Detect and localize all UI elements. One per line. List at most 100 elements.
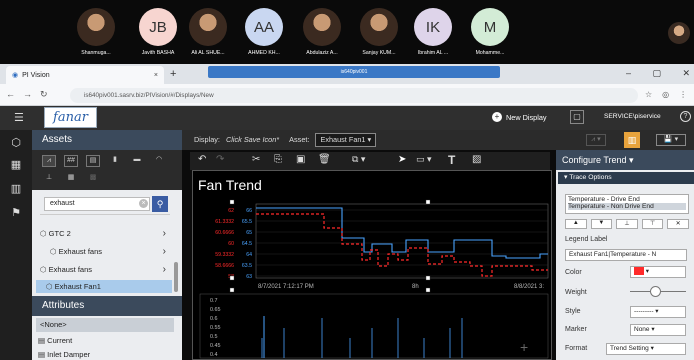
copy-icon[interactable]: ⎘ (274, 154, 282, 165)
configure-title[interactable]: Configure Trend ▾ (556, 150, 694, 170)
non-drive-end-trace[interactable] (256, 213, 548, 277)
value-symbol-icon[interactable]: ## (64, 155, 78, 167)
trend-chart[interactable]: Fan Trend 62 61.3332 60.6666 60 59.3332 58.66… (192, 170, 552, 360)
tree-item[interactable]: ⬡ GTC 2 › (40, 226, 170, 242)
move-top-icon[interactable]: ⊤ (641, 219, 664, 229)
participant-tile[interactable]: Shanmuga... (66, 8, 126, 56)
select-pointer-icon[interactable]: ➤ (398, 154, 406, 165)
bookmark-star-icon[interactable]: ☆ (645, 90, 652, 99)
url-field[interactable]: is640piv001.sasrv.biz/PIVision/#/Display… (70, 88, 638, 103)
tree-item-label: Exhaust Fan1 (54, 282, 101, 291)
reload-icon[interactable]: ↻ (40, 89, 48, 100)
color-picker[interactable]: ▾ (630, 266, 686, 278)
tree-item-selected[interactable]: ⬡ Exhaust Fan1 (46, 279, 176, 295)
selection-handle (425, 287, 431, 293)
user-name[interactable]: SERVICE\piservice (604, 113, 661, 120)
new-display-button[interactable]: + New Display (492, 112, 547, 122)
forward-icon[interactable]: → (23, 89, 32, 100)
cut-icon[interactable]: ✂ (252, 154, 260, 165)
library-icon[interactable]: ▥ (9, 182, 23, 196)
format-panel-icon[interactable]: ▥ (624, 132, 640, 148)
table-symbol-icon[interactable]: ▤ (86, 155, 100, 167)
trend-editor-icon[interactable]: ⩘ ▾ (586, 134, 606, 146)
bar-chart-symbol-icon[interactable]: ⊥ (42, 173, 56, 185)
expand-chevron-icon[interactable]: › (163, 226, 166, 242)
paste-icon[interactable]: ▣ (296, 154, 305, 165)
participant-tile[interactable]: Sanjay KUM... (349, 8, 409, 56)
format-select[interactable]: Trend Setting ▾ (606, 343, 686, 355)
menu-kebab-icon[interactable]: ⋮ (679, 90, 687, 99)
gauge-vertical-icon[interactable]: ▮ (108, 155, 122, 167)
text-tool-icon[interactable]: T (448, 153, 455, 167)
tree-item[interactable]: ⬡ Exhaust fans › (50, 244, 170, 260)
maximize-icon[interactable]: ▢ (652, 68, 661, 79)
marker-select[interactable]: None ▾ (630, 324, 686, 336)
trace-list[interactable]: Temperature - Drive End Temperature - No… (565, 194, 689, 214)
asset-comparison-icon[interactable]: ▦ (64, 173, 78, 185)
drive-end-trace[interactable] (256, 207, 548, 259)
expand-chevron-icon[interactable]: › (163, 262, 166, 278)
style-select[interactable]: --------- ▾ (630, 306, 686, 318)
fullscreen-icon[interactable]: ▢ (570, 110, 584, 124)
participant-tile[interactable]: Ali AL SHUE... (178, 8, 238, 56)
app-header (0, 106, 694, 130)
attribute-item[interactable]: ▤ Inlet Damper (38, 350, 90, 359)
participant-tile[interactable]: AA AHMED KH... (234, 8, 294, 56)
arrange-dropdown-icon[interactable]: ⧉ ▾ (352, 154, 365, 165)
legend-label-select[interactable]: Exhaust Fan1|Temperature - N (565, 249, 687, 261)
back-icon[interactable]: ← (6, 89, 15, 100)
weight-slider-handle[interactable] (650, 286, 661, 297)
remove-trace-icon[interactable]: ✕ (667, 219, 689, 229)
radial-gauge-icon[interactable]: ◠ (152, 155, 166, 167)
drive-axis-label: 64 (246, 252, 252, 258)
calculator-icon[interactable]: ▦ (9, 158, 23, 172)
delete-icon[interactable]: 🗑 (318, 154, 331, 165)
clear-search-icon[interactable]: × (139, 199, 148, 208)
minimize-icon[interactable]: – (626, 68, 631, 79)
assets-cube-icon[interactable]: ⬡ (9, 136, 23, 150)
tree-scrollbar[interactable] (174, 262, 178, 292)
trace-options-header[interactable]: ▾ Trace Options (558, 172, 694, 184)
search-icon[interactable]: ⚲ (152, 196, 168, 212)
new-tab-icon[interactable]: + (170, 68, 176, 80)
meeting-participant-strip: Shanmuga... JB Javith BASHA Ali AL SHUE.… (0, 0, 694, 64)
hamburger-menu-icon[interactable]: ☰ (14, 111, 24, 124)
tree-item[interactable]: ⬡ Exhaust fans › (40, 262, 170, 278)
trace-item-selected[interactable]: Temperature - Non Drive End (568, 203, 686, 210)
expand-chevron-icon[interactable]: › (163, 244, 166, 260)
participant-photo (189, 8, 227, 46)
asset-search-input[interactable]: exhaust (44, 197, 150, 211)
participant-tile[interactable]: M Mohamme... (460, 8, 520, 56)
attribute-item[interactable]: ▤ Current (38, 336, 72, 345)
display-label: Display: (194, 135, 220, 144)
asset-selector[interactable]: Exhaust Fan1 ▾ (315, 133, 377, 147)
participant-avatar: JB (139, 8, 177, 46)
help-icon[interactable]: ? (680, 111, 691, 122)
move-up-icon[interactable]: ▲ (565, 219, 587, 229)
move-bottom-icon[interactable]: ⊥ (616, 219, 638, 229)
move-down-icon[interactable]: ▼ (590, 219, 613, 229)
image-tool-icon[interactable]: ▨ (472, 154, 481, 165)
close-window-icon[interactable]: ✕ (682, 68, 690, 79)
profile-icon[interactable]: ◎ (662, 90, 669, 99)
gauge-horizontal-icon[interactable]: ▬ (130, 155, 144, 167)
nondrive-axis-label: 58.6666 (215, 263, 234, 269)
add-trace-icon[interactable]: + (520, 339, 528, 355)
participant-tile[interactable]: IK Ibrahim AL ... (403, 8, 463, 56)
participant-tile[interactable]: Abdulaziz A... (292, 8, 352, 56)
save-display-icon[interactable]: 💾 ▾ (656, 134, 686, 146)
legend-value: Exhaust Fan1|Temperature - N (569, 251, 657, 258)
attribute-item-selected[interactable]: <None> (36, 318, 174, 332)
trend-symbol-icon[interactable]: ⩘ (42, 155, 56, 167)
events-icon[interactable]: ⚑ (9, 206, 23, 220)
redo-icon[interactable]: ↷ (216, 154, 224, 165)
grid-symbol-icon[interactable]: ▩ (86, 173, 100, 185)
self-video-thumbnail[interactable] (668, 22, 690, 44)
trace-item[interactable]: Temperature - Drive End (568, 196, 686, 203)
nondrive-axis-label: 60.6666 (215, 230, 234, 236)
undo-icon[interactable]: ↶ (198, 154, 206, 165)
browser-tab[interactable]: ◉ PI Vision × (6, 66, 164, 84)
close-tab-icon[interactable]: × (154, 72, 158, 79)
participant-avatar: IK (414, 8, 452, 46)
shape-tool-icon[interactable]: ▭ ▾ (416, 154, 432, 165)
